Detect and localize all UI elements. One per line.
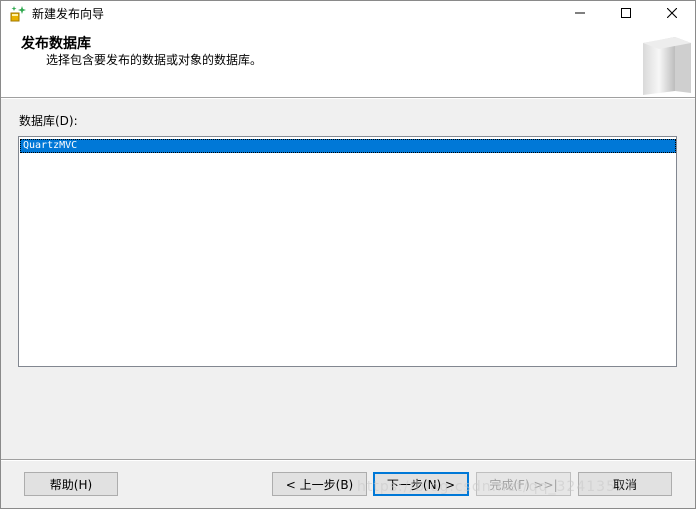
finish-button[interactable]: 完成(F) >>| <box>476 472 571 496</box>
page-title: 发布数据库 <box>21 36 91 52</box>
minimize-icon <box>575 7 585 21</box>
publish-wizard-window: 新建发布向导 发布数据库 选择包含要发布的数据或对象的数据库。 数据库(D): … <box>0 0 696 509</box>
help-button[interactable]: 帮助(H) <box>24 472 118 496</box>
close-icon <box>666 7 678 21</box>
list-item[interactable]: QuartzMVC <box>20 139 676 153</box>
maximize-icon <box>621 7 631 21</box>
database-book-icon <box>635 33 693 95</box>
window-title: 新建发布向导 <box>32 7 105 21</box>
close-button[interactable] <box>649 1 695 27</box>
maximize-button[interactable] <box>603 1 649 27</box>
minimize-button[interactable] <box>557 1 603 27</box>
cancel-button[interactable]: 取消 <box>578 472 672 496</box>
back-button[interactable]: < 上一步(B) <box>272 472 367 496</box>
page-subtitle: 选择包含要发布的数据或对象的数据库。 <box>46 53 263 67</box>
database-listbox[interactable]: QuartzMVC <box>18 136 677 367</box>
title-bar[interactable]: 新建发布向导 <box>1 1 695 27</box>
wizard-header: 发布数据库 选择包含要发布的数据或对象的数据库。 <box>1 27 695 98</box>
next-button[interactable]: 下一步(N) > <box>373 472 469 496</box>
database-list-label: 数据库(D): <box>19 114 78 128</box>
wizard-sparkle-icon <box>9 5 27 23</box>
footer-divider <box>1 459 695 461</box>
